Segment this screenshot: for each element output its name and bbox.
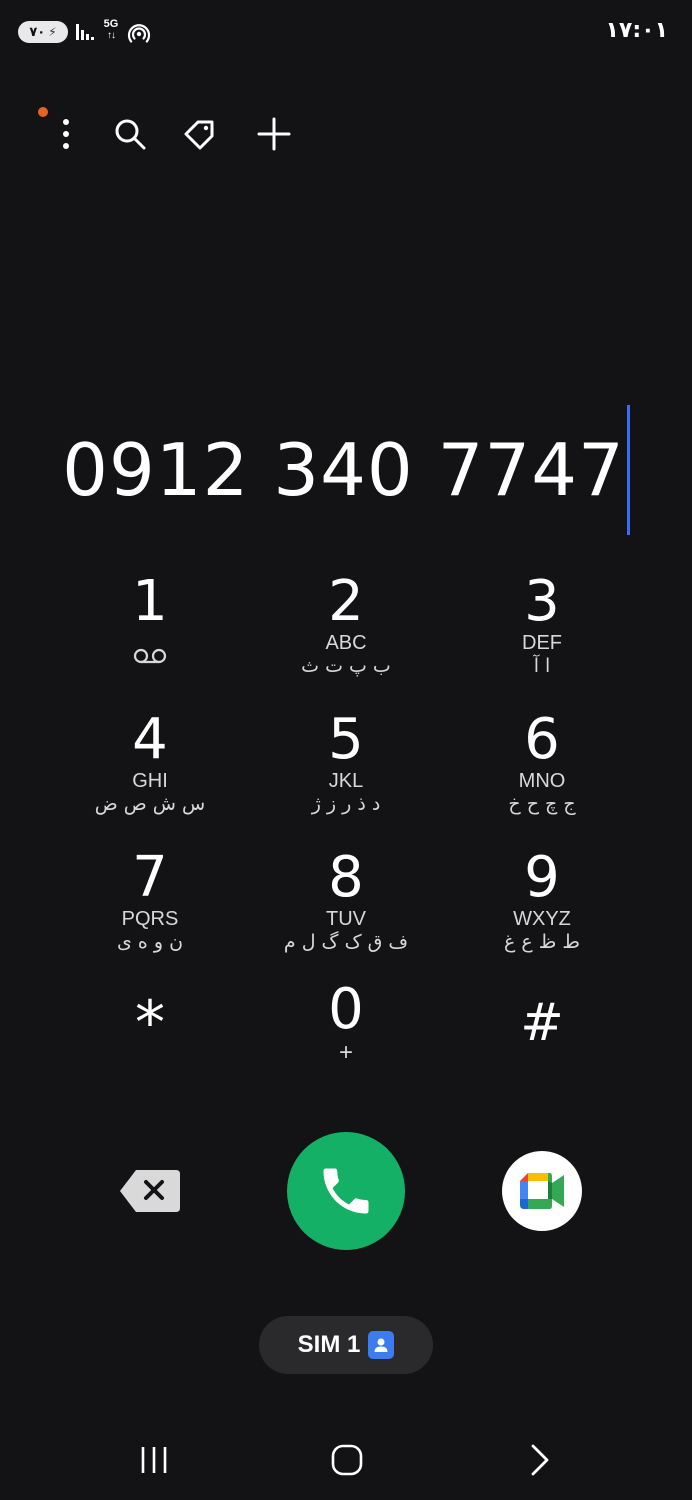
recent-apps-button[interactable]: [124, 1432, 184, 1488]
recent-apps-icon: [141, 1447, 167, 1473]
phone-icon: [323, 1168, 369, 1214]
key-7[interactable]: 7 PQRS ن و ه ی: [60, 848, 240, 978]
dialed-number: 0912 340 7747: [62, 428, 625, 512]
back-button[interactable]: [510, 1432, 570, 1488]
search-icon: [115, 119, 146, 150]
key-digit: 0: [328, 977, 364, 1042]
key-digit: 1: [132, 569, 168, 634]
key-letters: ABC: [325, 632, 367, 654]
key-persian-letters: ا آ: [533, 655, 551, 677]
key-persian-letters: ب پ ت ث: [301, 655, 391, 677]
contact-card-icon: [368, 1331, 395, 1359]
key-digit: *: [135, 988, 165, 1058]
key-digit: 5: [328, 707, 364, 772]
status-clock: ۱۷:۰۱: [605, 18, 668, 43]
video-call-button[interactable]: [502, 1151, 582, 1231]
key-4[interactable]: 4 GHI س ش ص ض: [60, 710, 240, 840]
tag-icon: [184, 120, 214, 150]
key-digit: #: [520, 993, 564, 1053]
key-persian-letters: ف ق ک گ ل م: [283, 931, 409, 953]
backspace-button[interactable]: [118, 1168, 182, 1214]
text-cursor: [626, 405, 630, 535]
signal-strength-icon: [76, 24, 94, 40]
key-persian-letters: د ذ ر ز ژ: [311, 793, 381, 815]
sim-label: SIM 1: [297, 1331, 361, 1358]
key-persian-letters: ج چ ح خ: [508, 793, 576, 815]
key-6[interactable]: 6 MNO ج چ ح خ: [452, 710, 632, 840]
key-letters: DEF: [522, 632, 562, 654]
key-letters: GHI: [132, 770, 168, 792]
google-meet-icon: [520, 1173, 564, 1209]
add-contact-button[interactable]: [250, 110, 298, 158]
network-type-label: 5G: [103, 18, 119, 30]
key-9[interactable]: 9 WXYZ ط ظ ع غ: [452, 848, 632, 978]
network-type-icon: 5G ↑↓: [100, 19, 122, 45]
voicemail-icon: [133, 648, 167, 664]
key-star[interactable]: *: [60, 990, 240, 1120]
battery-level: ۷۰: [29, 24, 46, 39]
key-hash[interactable]: #: [452, 990, 632, 1120]
battery-indicator: ۷۰ ⚡: [18, 21, 68, 43]
key-5[interactable]: 5 JKL د ذ ر ز ژ: [256, 710, 436, 840]
status-bar: ۷۰ ⚡ 5G ↑↓ ۱۷:۰۱: [0, 0, 692, 64]
key-persian-letters: ط ظ ع غ: [504, 931, 580, 953]
key-digit: 3: [524, 569, 560, 634]
backspace-icon: [120, 1170, 180, 1212]
charging-icon: ⚡: [48, 25, 57, 39]
search-button[interactable]: [106, 110, 154, 158]
key-persian-letters: س ش ص ض: [94, 793, 206, 815]
key-2[interactable]: 2 ABC ب پ ت ث: [256, 572, 436, 702]
home-icon: [331, 1444, 363, 1476]
key-letters: JKL: [328, 770, 364, 792]
key-digit: 7: [132, 845, 168, 910]
dialed-number-field[interactable]: 0912 340 7747: [0, 405, 692, 535]
key-digit: 4: [132, 707, 168, 772]
more-options-icon: [63, 119, 69, 149]
key-1[interactable]: 1: [60, 572, 240, 702]
tag-button[interactable]: [176, 110, 224, 158]
key-plus-label: +: [338, 1039, 353, 1066]
key-8[interactable]: 8 TUV ف ق ک گ ل م: [256, 848, 436, 978]
call-button[interactable]: [287, 1132, 405, 1250]
data-activity-icon: ↑↓: [107, 30, 116, 41]
key-0[interactable]: 0 +: [256, 980, 436, 1110]
back-icon: [531, 1444, 549, 1476]
key-3[interactable]: 3 DEF ا آ: [452, 572, 632, 702]
more-options-button[interactable]: [42, 110, 90, 158]
home-button[interactable]: [317, 1432, 377, 1488]
key-letters: MNO: [518, 770, 566, 792]
key-letters: PQRS: [121, 908, 179, 930]
key-letters: TUV: [326, 908, 366, 930]
key-digit: 8: [328, 845, 364, 910]
key-digit: 9: [524, 845, 560, 910]
key-digit: 6: [524, 707, 560, 772]
add-icon: [257, 117, 291, 151]
key-digit: 2: [328, 569, 364, 634]
key-persian-letters: ن و ه ی: [116, 931, 184, 953]
key-letters: WXYZ: [513, 908, 571, 930]
hotspot-icon: [127, 24, 151, 43]
sim-selector[interactable]: SIM 1: [259, 1316, 433, 1374]
